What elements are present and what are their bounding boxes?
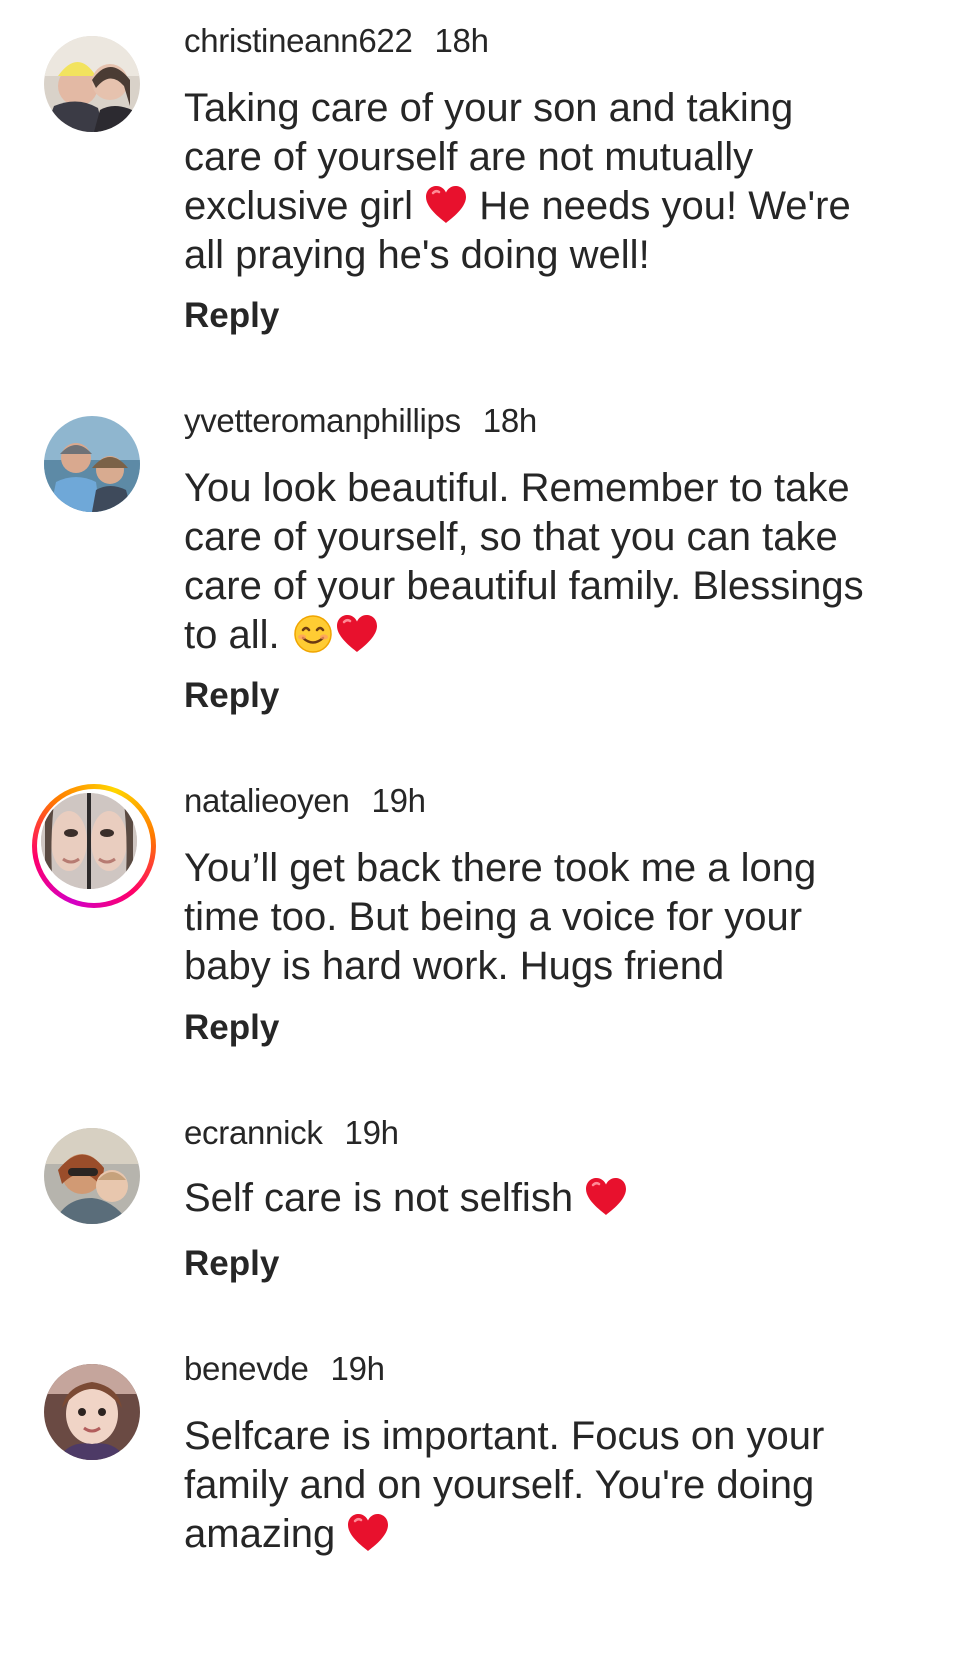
comment-text-segment: baby is hard work. Hugs friend: [184, 944, 725, 988]
avatar-photo-icon: [44, 1128, 140, 1224]
reply-button[interactable]: Reply: [184, 1008, 279, 1048]
comment-text-segment: Selfcare is important. Focus on your: [184, 1414, 825, 1458]
username[interactable]: natalieoyen: [184, 782, 350, 819]
comment-text-segment: care of yourself, so that you can take: [184, 515, 838, 559]
comment-header: benevde 19h: [184, 1350, 385, 1388]
avatar-photo-icon: [44, 1364, 140, 1460]
reply-button[interactable]: Reply: [184, 676, 279, 716]
comment-text-segment: to all.: [184, 613, 291, 657]
comment-line: exclusive girl He needs you! We're: [184, 182, 924, 231]
comment-text-segment: amazing: [184, 1512, 347, 1556]
avatar[interactable]: [44, 416, 140, 512]
avatar: [41, 793, 137, 889]
avatar-photo-icon: [44, 416, 140, 512]
comment-text-segment: care of your beautiful family. Blessings: [184, 564, 864, 608]
comment-line: care of your beautiful family. Blessings: [184, 562, 924, 611]
comment-text-segment: exclusive girl: [184, 184, 425, 228]
timestamp: 19h: [344, 1114, 399, 1151]
comment-text-segment: family and on yourself. You're doing: [184, 1463, 815, 1507]
comment-line: care of yourself, so that you can take: [184, 513, 924, 562]
comment-line: amazing: [184, 1510, 924, 1559]
timestamp: 19h: [371, 782, 426, 819]
comment-text: Selfcare is important. Focus on your fami…: [184, 1412, 924, 1559]
comment-text: You look beautiful. Remember to take care…: [184, 464, 924, 660]
comment-text-segment: care of yourself are not mutually: [184, 135, 754, 179]
comment-text: You’ll get back there took me a long time…: [184, 844, 924, 991]
username[interactable]: benevde: [184, 1350, 309, 1387]
comment-line: care of yourself are not mutually: [184, 133, 924, 182]
username[interactable]: yvetteromanphillips: [184, 402, 461, 439]
avatar-photo-icon: [44, 36, 140, 132]
comment-text-segment: You look beautiful. Remember to take: [184, 466, 850, 510]
comment-line: Taking care of your son and taking: [184, 84, 924, 133]
comment-text-segment: He needs you! We're: [468, 184, 851, 228]
avatar[interactable]: [44, 1128, 140, 1224]
avatar[interactable]: [44, 36, 140, 132]
comment-header: natalieoyen 19h: [184, 782, 426, 820]
heart-emoji-icon: [424, 185, 468, 225]
username[interactable]: christineann622: [184, 22, 413, 59]
comment-line: to all.: [184, 611, 924, 660]
comment-text-segment: all praying he's doing well!: [184, 233, 650, 277]
smiling-face-emoji-icon: [291, 614, 335, 654]
reply-button[interactable]: Reply: [184, 296, 279, 336]
comment-line: time too. But being a voice for your: [184, 893, 924, 942]
heart-emoji-icon: [584, 1177, 628, 1217]
comment-text-segment: time too. But being a voice for your: [184, 895, 803, 939]
avatar[interactable]: [44, 1364, 140, 1460]
comment-text: Self care is not selfish: [184, 1174, 924, 1223]
comment-line: You’ll get back there took me a long: [184, 844, 924, 893]
comment-header: yvetteromanphillips 18h: [184, 402, 537, 440]
story-ring[interactable]: [32, 784, 156, 908]
comment-text-segment: You’ll get back there took me a long: [184, 846, 817, 890]
comment-text-segment: Taking care of your son and taking: [184, 86, 794, 130]
avatar-photo-icon: [41, 793, 137, 889]
heart-emoji-icon: [335, 614, 379, 654]
username[interactable]: ecrannick: [184, 1114, 323, 1151]
comment-line: Self care is not selfish: [184, 1174, 924, 1223]
comment-line: Selfcare is important. Focus on your: [184, 1412, 924, 1461]
comment-header: ecrannick 19h: [184, 1114, 399, 1152]
comment-text: Taking care of your son and taking care o…: [184, 84, 924, 280]
comment-line: family and on yourself. You're doing: [184, 1461, 924, 1510]
comment-line: You look beautiful. Remember to take: [184, 464, 924, 513]
comment-line: baby is hard work. Hugs friend: [184, 942, 924, 991]
comment-header: christineann622 18h: [184, 22, 489, 60]
heart-emoji-icon: [346, 1513, 390, 1553]
comment-text-segment: Self care is not selfish: [184, 1176, 585, 1220]
timestamp: 18h: [434, 22, 489, 59]
comment-line: all praying he's doing well!: [184, 231, 924, 280]
timestamp: 19h: [330, 1350, 385, 1387]
timestamp: 18h: [482, 402, 537, 439]
reply-button[interactable]: Reply: [184, 1244, 279, 1284]
